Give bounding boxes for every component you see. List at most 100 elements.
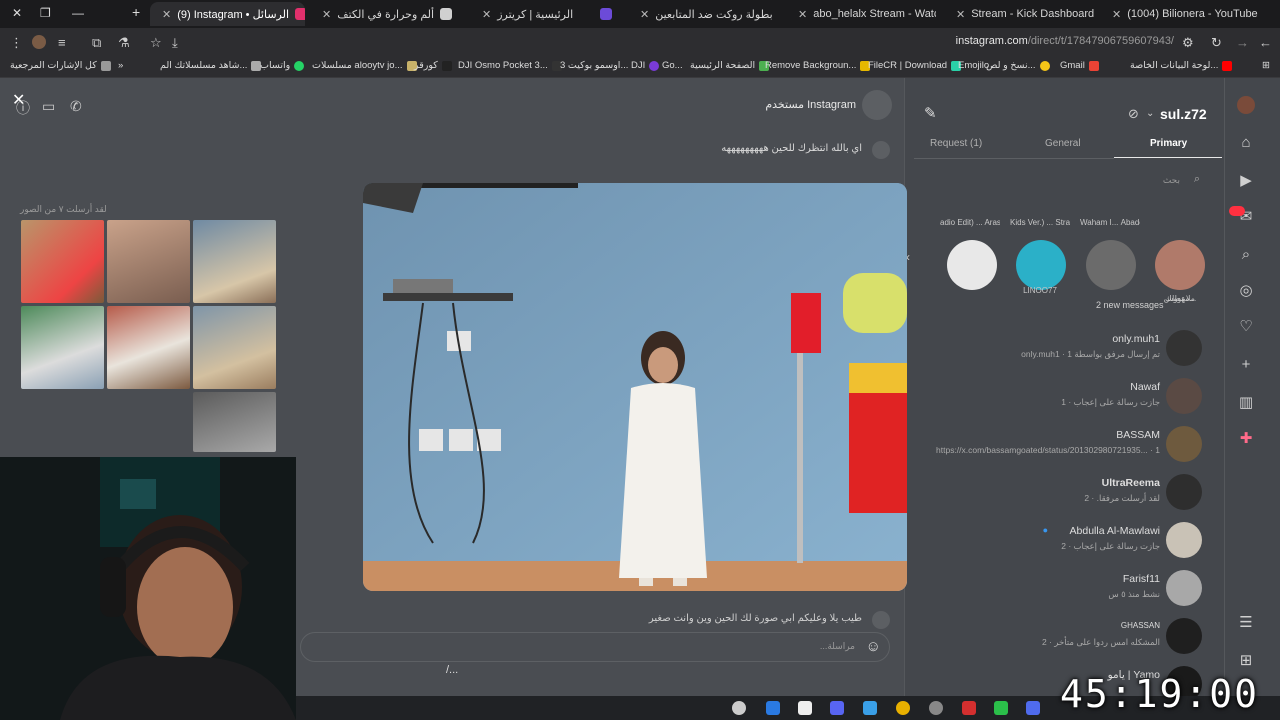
app-icon[interactable] xyxy=(962,701,976,715)
video-call-icon[interactable]: ▭ xyxy=(42,98,55,115)
search-input[interactable]: بحث ⌕ xyxy=(1110,172,1210,190)
chrome-icon[interactable] xyxy=(896,701,910,715)
bookmark-dji-ar[interactable]: اوسمو بوكيت 3... DJI xyxy=(560,60,660,71)
photo-thumbnail[interactable] xyxy=(107,306,190,389)
bookmark-dji-en[interactable]: DJI Osmo Pocket 3... xyxy=(458,60,562,71)
chat-row[interactable]: only.muh1 تم إرسال مرفق بواسطة only.muh1… xyxy=(920,326,1210,370)
install-app-icon[interactable]: ⤓ xyxy=(172,35,178,51)
tab-kick-dashboard[interactable]: ✕ Stream - Kick Dashboard xyxy=(944,2,1094,26)
bookmark-whatsapp[interactable]: واتساب xyxy=(260,60,305,71)
bookmark-copy[interactable]: نسخ و لص... xyxy=(986,60,1050,71)
bookmark-filecr[interactable]: FileCR | Download xyxy=(868,60,962,71)
bookmark-go[interactable]: Go... xyxy=(662,60,683,71)
new-tab-icon[interactable]: + xyxy=(132,4,140,20)
url-field[interactable]: instagram.com/direct/t/17847906759607943… xyxy=(956,35,1174,47)
back-icon[interactable]: ← xyxy=(1259,35,1272,50)
chat-avatar[interactable] xyxy=(862,90,892,120)
close-tab-icon[interactable]: ✕ xyxy=(640,8,649,21)
lab-icon[interactable]: ⚗ xyxy=(118,35,130,51)
chat-row[interactable]: Farisf11 نشط منذ ٥ س xyxy=(920,566,1210,610)
bookmarks-overflow-icon[interactable]: » xyxy=(118,60,123,71)
bookmark-watch[interactable]: شاهد مسلسلاتك الم... xyxy=(160,60,262,71)
home-icon[interactable]: ⌂ xyxy=(1237,134,1255,152)
search-icon[interactable]: ⌕ xyxy=(1237,246,1255,264)
bookmark-star-icon[interactable]: ☆ xyxy=(150,35,162,51)
account-username[interactable]: sul.z72 xyxy=(1160,106,1207,122)
discord-icon[interactable] xyxy=(830,701,844,715)
message-input[interactable]: مراسلة... ☺ xyxy=(300,632,890,662)
xbox-icon[interactable] xyxy=(994,701,1008,715)
chevron-down-icon[interactable]: ⌄ xyxy=(1146,108,1154,119)
bookmark-kora[interactable]: كورقر xyxy=(414,60,452,71)
bookmark-gmail[interactable]: Gmail xyxy=(1060,60,1099,71)
reload-icon[interactable]: ↻ xyxy=(1211,35,1222,51)
new-messages-label[interactable]: 2 new messages xyxy=(1096,300,1164,310)
close-tab-icon[interactable]: ✕ xyxy=(1112,8,1121,21)
story-avatar[interactable] xyxy=(1016,240,1066,290)
app-icon[interactable] xyxy=(798,701,812,715)
story-avatar[interactable] xyxy=(1086,240,1136,290)
extensions-icon[interactable]: ⧉ xyxy=(92,35,101,51)
emoji-icon[interactable]: ☺ xyxy=(866,638,881,655)
photo-viewer[interactable] xyxy=(363,183,907,591)
bookmark-dashboard[interactable]: لوحة البيانات الخاصة... xyxy=(1130,60,1233,71)
site-settings-icon[interactable]: ⚙ xyxy=(1182,35,1194,51)
chat-row[interactable]: BASSAM https://x.com/bassamgoated/status… xyxy=(920,422,1210,466)
tab-rocket[interactable]: ✕ بطولة روكت ضد المتابعين xyxy=(628,2,778,26)
profile-avatar[interactable] xyxy=(32,35,46,49)
chat-header-name[interactable]: مستخدم Instagram xyxy=(700,98,856,111)
app-icon[interactable] xyxy=(766,701,780,715)
chat-row[interactable]: Abdulla Al-Mawlawi ● جازت رسالة على إعجا… xyxy=(920,518,1210,562)
story-avatar[interactable] xyxy=(947,240,997,290)
dashboard-icon[interactable]: ▥ xyxy=(1237,394,1255,412)
tab-instagram[interactable]: ✕ (9) Instagram • الرسائل xyxy=(150,2,305,26)
forward-icon[interactable]: → xyxy=(1236,35,1249,50)
reels-icon[interactable]: ▶ xyxy=(1237,172,1255,190)
photo-thumbnail[interactable] xyxy=(193,220,276,303)
tab-shoulder[interactable]: ✕ ألم وحرارة في الكتف xyxy=(310,2,460,26)
close-tab-icon[interactable]: ✕ xyxy=(482,8,491,21)
tab-requests[interactable]: Request (1) xyxy=(930,138,982,149)
apps-icon[interactable]: ⊞ xyxy=(1237,652,1255,670)
menu-dots-icon[interactable]: ⋮ xyxy=(10,35,23,51)
new-message-icon[interactable]: ✎ xyxy=(924,104,937,122)
explore-icon[interactable]: ◎ xyxy=(1237,282,1255,300)
threads-icon[interactable]: ✚ xyxy=(1237,430,1255,448)
photo-thumbnail[interactable] xyxy=(193,306,276,389)
app-icon[interactable] xyxy=(732,701,746,715)
obs-icon[interactable] xyxy=(929,701,943,715)
chat-row[interactable]: Nawaf جازت رسالة على إعجاب · 1 xyxy=(920,374,1210,418)
phone-call-icon[interactable]: ✆ xyxy=(70,98,82,115)
media-control-icon[interactable]: ≡ xyxy=(58,35,66,50)
bookmark-alooytv[interactable]: مسلسلات alooytv jo... xyxy=(312,60,417,71)
apps-grid-icon[interactable]: ⊞ xyxy=(1262,60,1270,71)
photo-thumbnail[interactable] xyxy=(193,392,276,452)
app-icon[interactable] xyxy=(1026,701,1040,715)
tab-critters[interactable]: ✕ الرئيسية | كريترز xyxy=(470,2,620,26)
heart-icon[interactable]: ♡ xyxy=(1237,318,1255,336)
close-tab-icon[interactable]: ✕ xyxy=(798,8,807,21)
notes-off-icon[interactable]: ⊘ xyxy=(1128,106,1139,122)
close-window-icon[interactable]: ✕ xyxy=(12,6,22,20)
close-tab-icon[interactable]: ✕ xyxy=(956,8,965,21)
tab-primary[interactable]: Primary xyxy=(1150,138,1187,149)
bookmark-removebg[interactable]: Remove Backgroun... xyxy=(765,60,871,71)
chat-row[interactable]: GHASSAN المشكله امس ردوا على متأخر · 2 xyxy=(920,614,1210,658)
bookmark-home[interactable]: الصفحة الرئيسية xyxy=(690,60,770,71)
restore-window-icon[interactable]: ❐ xyxy=(40,6,51,20)
profile-avatar[interactable] xyxy=(1237,96,1255,114)
photo-thumbnail[interactable] xyxy=(107,220,190,303)
close-tab-icon[interactable]: ✕ xyxy=(162,8,171,21)
create-icon[interactable]: + xyxy=(1237,356,1255,374)
bookmark-all[interactable]: كل الإشارات المرجعية xyxy=(10,60,111,71)
photo-thumbnail[interactable] xyxy=(21,306,104,389)
app-icon[interactable] xyxy=(863,701,877,715)
more-menu-icon[interactable]: ☰ xyxy=(1237,614,1255,632)
close-tab-icon[interactable]: ✕ xyxy=(322,8,331,21)
story-avatar[interactable] xyxy=(1155,240,1205,290)
info-icon[interactable]: ⓘ xyxy=(16,98,30,118)
tab-kick-watch[interactable]: ✕ abo_helalx Stream - Watch Live xyxy=(786,2,936,26)
tab-general[interactable]: General xyxy=(1045,138,1081,149)
minimize-window-icon[interactable]: — xyxy=(72,6,84,20)
bookmark-emojilo[interactable]: Emojilo xyxy=(958,60,989,71)
